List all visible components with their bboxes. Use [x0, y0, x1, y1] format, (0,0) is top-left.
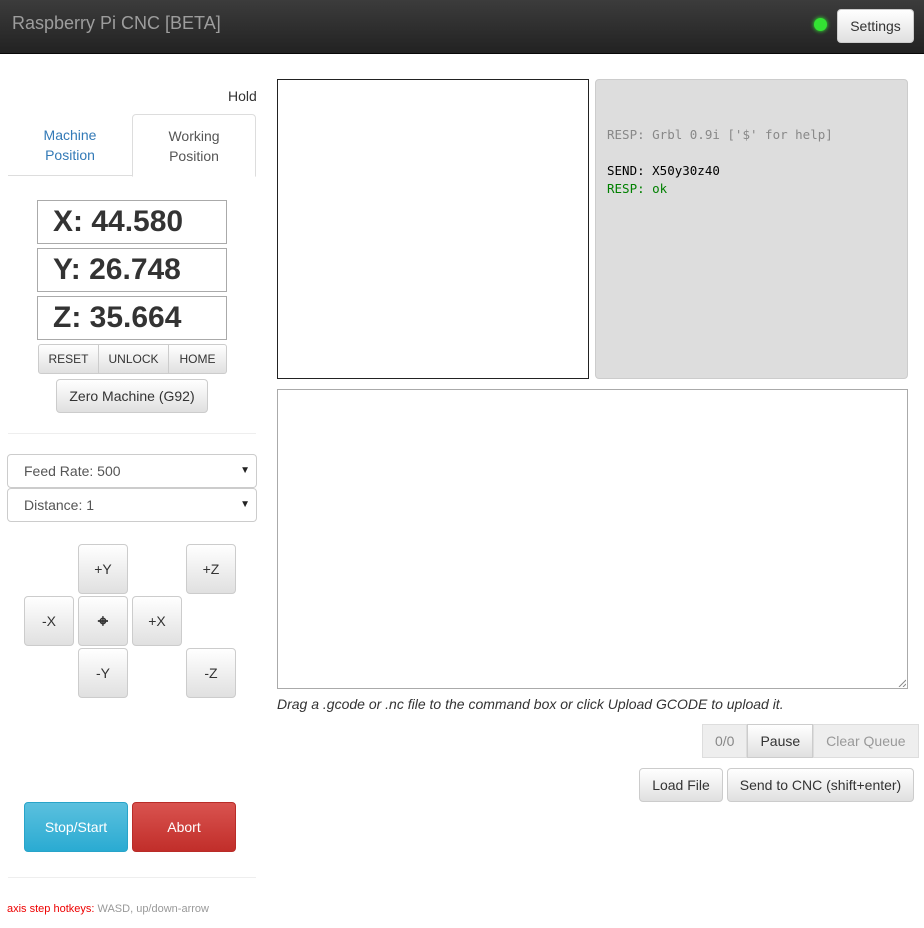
machine-control-group: RESET UNLOCK HOME — [38, 344, 227, 374]
jog-minus-y-button[interactable]: -Y — [78, 648, 128, 698]
z-position-readout: Z: 35.664 — [37, 296, 227, 340]
machine-state: Hold — [228, 88, 257, 104]
upload-help-text: Drag a .gcode or .nc file to the command… — [277, 696, 784, 712]
hotkeys-label: axis step hotkeys: — [7, 903, 95, 915]
settings-button[interactable]: Settings — [837, 9, 914, 43]
load-file-button[interactable]: Load File — [639, 768, 723, 802]
app-title: Raspberry Pi CNC [BETA] — [12, 13, 221, 33]
unlock-button[interactable]: UNLOCK — [99, 344, 169, 374]
y-position-readout: Y: 26.748 — [37, 248, 227, 292]
console-line: RESP: Grbl 0.9i ['$' for help] — [607, 127, 833, 142]
queue-count: 0/0 — [702, 724, 748, 758]
x-position-readout: X: 44.580 — [37, 200, 227, 244]
console-line: SEND: X50y30z40 — [607, 163, 720, 178]
divider — [8, 877, 256, 878]
stop-start-button[interactable]: Stop/Start — [24, 802, 128, 852]
zero-machine-button[interactable]: Zero Machine (G92) — [56, 379, 208, 413]
jog-center-crosshair-icon[interactable]: ⌖ — [78, 596, 128, 646]
clear-queue-button[interactable]: Clear Queue — [813, 724, 919, 758]
hotkeys-value: WASD, up/down-arrow — [94, 903, 209, 915]
feed-rate-select[interactable]: Feed Rate: 500 ▼ — [7, 454, 257, 488]
jog-minus-x-button[interactable]: -X — [24, 596, 74, 646]
position-tabs: Machine Position Working Position — [8, 114, 256, 177]
toolpath-canvas[interactable] — [277, 79, 589, 379]
dropdown-caret-icon: ▼ — [240, 465, 250, 476]
abort-button[interactable]: Abort — [132, 802, 236, 852]
queue-controls: 0/0 Pause Clear Queue — [702, 724, 919, 758]
pause-button[interactable]: Pause — [747, 724, 814, 758]
jog-minus-z-button[interactable]: -Z — [186, 648, 236, 698]
tab-machine-position[interactable]: Machine Position — [8, 114, 132, 176]
distance-select[interactable]: Distance: 1 ▼ — [7, 488, 257, 522]
reset-button[interactable]: RESET — [38, 344, 99, 374]
jog-plus-y-button[interactable]: +Y — [78, 544, 128, 594]
dropdown-caret-icon: ▼ — [240, 499, 250, 510]
hotkeys-hint: axis step hotkeys: WASD, up/down-arrow — [7, 903, 209, 915]
distance-value: Distance: 1 — [24, 497, 95, 513]
navbar: Raspberry Pi CNC [BETA] Settings — [0, 0, 924, 54]
divider — [8, 433, 256, 434]
home-button[interactable]: HOME — [169, 344, 227, 374]
command-textarea[interactable] — [277, 389, 908, 689]
console-log: RESP: Grbl 0.9i ['$' for help] SEND: X50… — [595, 79, 908, 379]
jog-plus-x-button[interactable]: +X — [132, 596, 182, 646]
jog-plus-z-button[interactable]: +Z — [186, 544, 236, 594]
send-to-cnc-button[interactable]: Send to CNC (shift+enter) — [727, 768, 914, 802]
feed-rate-value: Feed Rate: 500 — [24, 463, 121, 479]
tab-working-position[interactable]: Working Position — [132, 114, 256, 177]
connection-status-icon — [814, 18, 827, 31]
console-line: RESP: ok — [607, 181, 668, 196]
resize-handle-icon[interactable] — [898, 679, 906, 687]
